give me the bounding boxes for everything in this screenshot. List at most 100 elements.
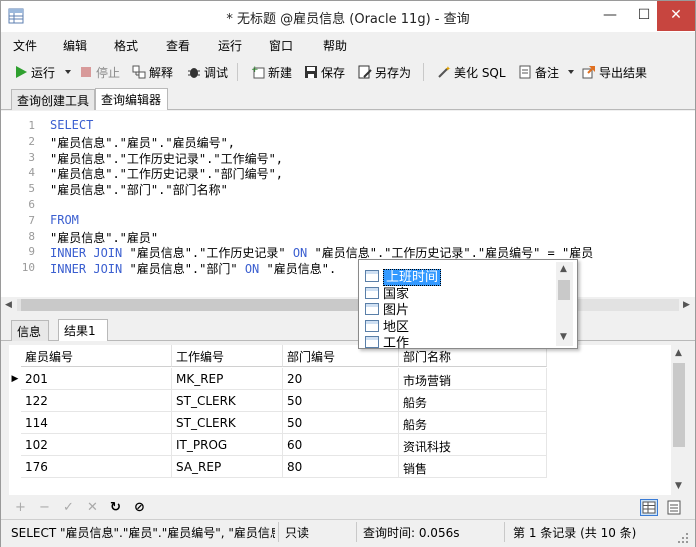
scroll-down-icon[interactable]: ▼ — [560, 332, 567, 342]
status-mode: 只读 — [285, 526, 310, 540]
grid-vertical-scrollbar[interactable]: ▲ ▼ — [671, 345, 687, 495]
delete-record-icon[interactable]: − — [39, 500, 50, 515]
minimize-button[interactable]: — — [593, 1, 627, 31]
table-cell[interactable]: 122 — [21, 390, 172, 412]
menu-help[interactable]: 帮助 — [323, 37, 347, 54]
row-indicator[interactable] — [9, 434, 21, 456]
autocomplete-item[interactable]: 国家 — [365, 283, 409, 302]
result-tab-bar: 信息 结果1 — [1, 317, 695, 341]
resize-grip-icon[interactable] — [677, 532, 689, 544]
save-as-button[interactable]: 另存为 — [358, 64, 411, 80]
add-record-icon[interactable]: + — [15, 500, 26, 515]
title-bar: * 无标题 @雇员信息 (Oracle 11g) - 查询 — ☐ ✕ — [1, 1, 695, 32]
svg-text:✦: ✦ — [445, 65, 451, 73]
magic-wand-icon: ✦ — [438, 65, 451, 78]
scroll-left-icon[interactable]: ◀ — [5, 300, 12, 310]
stop-button[interactable]: 停止 — [79, 64, 120, 80]
autocomplete-item[interactable]: 图片 — [365, 299, 409, 318]
menu-view[interactable]: 查看 — [166, 37, 190, 54]
table-cell[interactable]: 102 — [21, 434, 172, 456]
menu-file[interactable]: 文件 — [13, 37, 37, 54]
table-icon — [365, 303, 379, 315]
table-cell[interactable]: 20 — [283, 368, 399, 390]
menu-window[interactable]: 窗口 — [269, 37, 293, 54]
export-result-button[interactable]: 导出结果 — [582, 64, 647, 80]
window-title: * 无标题 @雇员信息 (Oracle 11g) - 查询 — [226, 12, 470, 27]
save-button[interactable]: 保存 — [304, 64, 345, 80]
line-number: 6 — [28, 198, 35, 211]
line-number: 7 — [28, 213, 35, 227]
table-cell[interactable]: 船务 — [399, 390, 547, 412]
tab-result1[interactable]: 结果1 — [58, 319, 108, 341]
run-dropdown-arrow[interactable] — [65, 70, 71, 74]
table-cell[interactable]: 船务 — [399, 412, 547, 434]
menu-run[interactable]: 运行 — [218, 37, 242, 54]
result-grid[interactable]: 雇员编号 工作编号 部门编号 部门名称 ▶ 201 MK_REP 20 市场营销 122 ST_CL… — [9, 345, 687, 495]
scroll-thumb[interactable] — [558, 280, 570, 300]
editor-horizontal-scrollbar[interactable]: ◀ ▶ — [1, 297, 695, 313]
menu-edit[interactable]: 编辑 — [63, 37, 87, 54]
save-icon — [305, 66, 317, 78]
table-cell[interactable]: 50 — [283, 390, 399, 412]
table-cell[interactable]: SA_REP — [172, 456, 283, 478]
tab-query-builder[interactable]: 查询创建工具 — [11, 89, 95, 110]
svg-text:+: + — [251, 65, 259, 75]
close-button[interactable]: ✕ — [657, 1, 695, 31]
menu-bar: 文件 编辑 格式 查看 运行 窗口 帮助 — [1, 32, 695, 58]
row-indicator[interactable] — [9, 456, 21, 478]
debug-button[interactable]: 调试 — [187, 64, 228, 80]
autocomplete-popup[interactable]: 上班时间 国家 图片 地区 工作 ▲ ▼ — [358, 259, 578, 351]
row-indicator[interactable] — [9, 412, 21, 434]
code-line: INNER JOIN "雇员信息"."部门" ON "雇员信息". — [50, 260, 336, 277]
table-cell[interactable]: IT_PROG — [172, 434, 283, 456]
form-view-icon[interactable] — [665, 499, 683, 516]
table-cell[interactable]: 60 — [283, 434, 399, 456]
table-cell[interactable]: MK_REP — [172, 368, 283, 390]
table-cell[interactable]: 201 — [21, 368, 172, 390]
table-cell[interactable]: 114 — [21, 412, 172, 434]
autocomplete-item[interactable]: 工作 — [365, 332, 409, 351]
explain-button[interactable]: 解释 — [132, 64, 173, 80]
menu-format[interactable]: 格式 — [114, 37, 138, 54]
discard-changes-icon[interactable]: ✕ — [87, 500, 98, 515]
scroll-thumb[interactable] — [673, 363, 685, 447]
maximize-button[interactable]: ☐ — [627, 1, 661, 31]
toolbar: 运行 停止 解释 调试 + 新建 保存 另存为 ✦ 美化 SQL 备注 导出结果 — [1, 58, 695, 86]
toolbar-separator — [237, 63, 238, 81]
scroll-right-icon[interactable]: ▶ — [683, 300, 690, 310]
comment-button[interactable]: 备注 — [518, 64, 559, 80]
stop-loading-icon[interactable]: ⊘ — [134, 500, 145, 515]
new-button[interactable]: + 新建 — [251, 64, 292, 80]
scroll-thumb[interactable] — [21, 299, 358, 311]
autocomplete-scrollbar[interactable]: ▲ ▼ — [556, 262, 573, 346]
table-cell[interactable]: 销售 — [399, 456, 547, 478]
status-separator — [278, 522, 279, 542]
sql-editor[interactable]: 1 SELECT 2 "雇员信息"."雇员"."雇员编号", 3 "雇员信息"."工作历史… — [1, 111, 695, 297]
column-header[interactable]: 工作编号 — [172, 345, 283, 367]
table-cell[interactable]: ST_CLERK — [172, 412, 283, 434]
table-cell[interactable]: 50 — [283, 412, 399, 434]
comment-dropdown-arrow[interactable] — [568, 70, 574, 74]
grid-view-icon[interactable] — [640, 499, 658, 516]
beautify-sql-button[interactable]: ✦ 美化 SQL — [437, 64, 506, 80]
apply-changes-icon[interactable]: ✓ — [63, 500, 74, 515]
row-indicator[interactable]: ▶ — [9, 368, 21, 390]
run-button[interactable]: 运行 — [14, 64, 55, 80]
autocomplete-item[interactable]: 地区 — [365, 316, 409, 335]
scroll-up-icon[interactable]: ▲ — [675, 348, 682, 358]
refresh-icon[interactable]: ↻ — [110, 500, 121, 515]
table-cell[interactable]: ST_CLERK — [172, 390, 283, 412]
autocomplete-item[interactable]: 上班时间 — [365, 266, 442, 286]
table-cell[interactable]: 市场营销 — [399, 368, 547, 390]
code-line: "雇员信息"."工作历史记录"."部门编号", — [50, 165, 283, 182]
column-header[interactable]: 雇员编号 — [21, 345, 172, 367]
table-cell[interactable]: 176 — [21, 456, 172, 478]
tab-info[interactable]: 信息 — [11, 320, 49, 341]
line-number: 9 — [28, 245, 35, 259]
row-indicator[interactable] — [9, 390, 21, 412]
scroll-down-icon[interactable]: ▼ — [675, 481, 682, 491]
table-cell[interactable]: 资讯科技 — [399, 434, 547, 456]
tab-query-editor[interactable]: 查询编辑器 — [95, 88, 168, 110]
table-cell[interactable]: 80 — [283, 456, 399, 478]
scroll-up-icon[interactable]: ▲ — [560, 264, 567, 274]
